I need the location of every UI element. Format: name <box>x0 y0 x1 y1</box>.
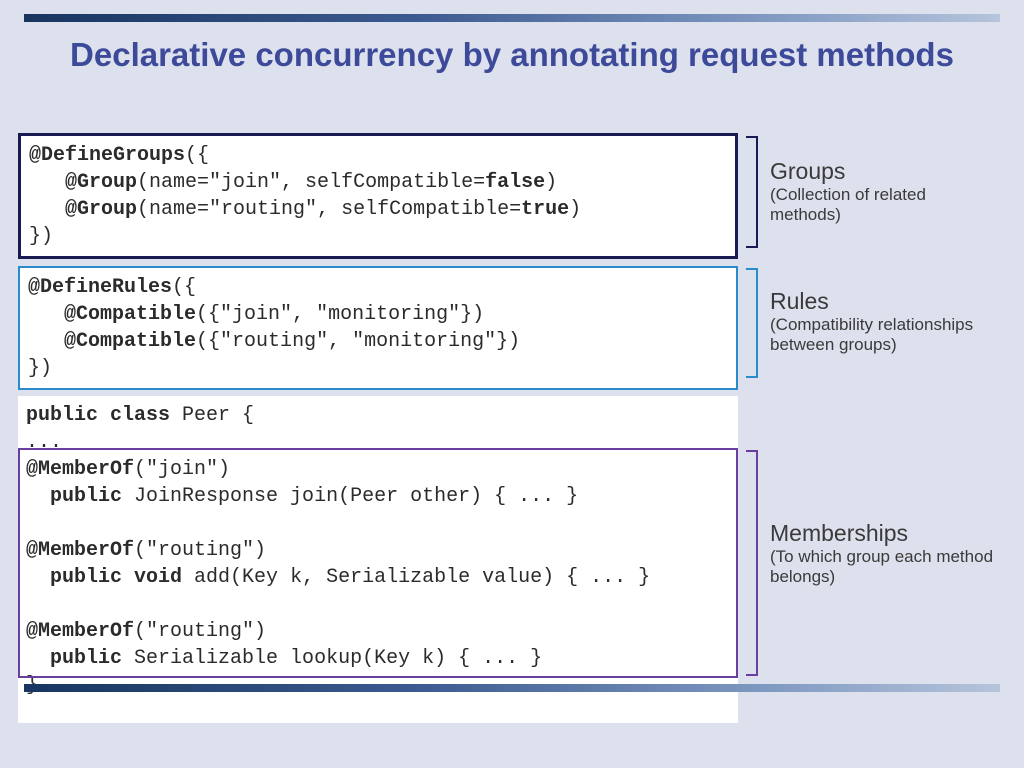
bottom-gradient-bar <box>24 684 1000 692</box>
slide-title: Declarative concurrency by annotating re… <box>0 34 1024 75</box>
label-groups: Groups (Collection of related methods) <box>770 158 1000 225</box>
code-box-rules: @DefineRules({ @Compatible({"join", "mon… <box>18 266 738 390</box>
label-members-header: Memberships <box>770 520 1000 547</box>
label-rules-header: Rules <box>770 288 1000 315</box>
bracket-rules <box>746 268 758 378</box>
label-members-sub: (To which group each method belongs) <box>770 547 1000 587</box>
bracket-groups <box>746 136 758 248</box>
label-rules-sub: (Compatibility relationships between gro… <box>770 315 1000 355</box>
label-rules: Rules (Compatibility relationships betwe… <box>770 288 1000 355</box>
top-gradient-bar <box>24 14 1000 22</box>
code-box-groups: @DefineGroups({ @Group(name="join", self… <box>18 133 738 259</box>
label-groups-sub: (Collection of related methods) <box>770 185 1000 225</box>
label-groups-header: Groups <box>770 158 1000 185</box>
bracket-members <box>746 450 758 676</box>
label-members: Memberships (To which group each method … <box>770 520 1000 587</box>
code-box-class: public class Peer { ... @MemberOf("join"… <box>18 396 738 723</box>
